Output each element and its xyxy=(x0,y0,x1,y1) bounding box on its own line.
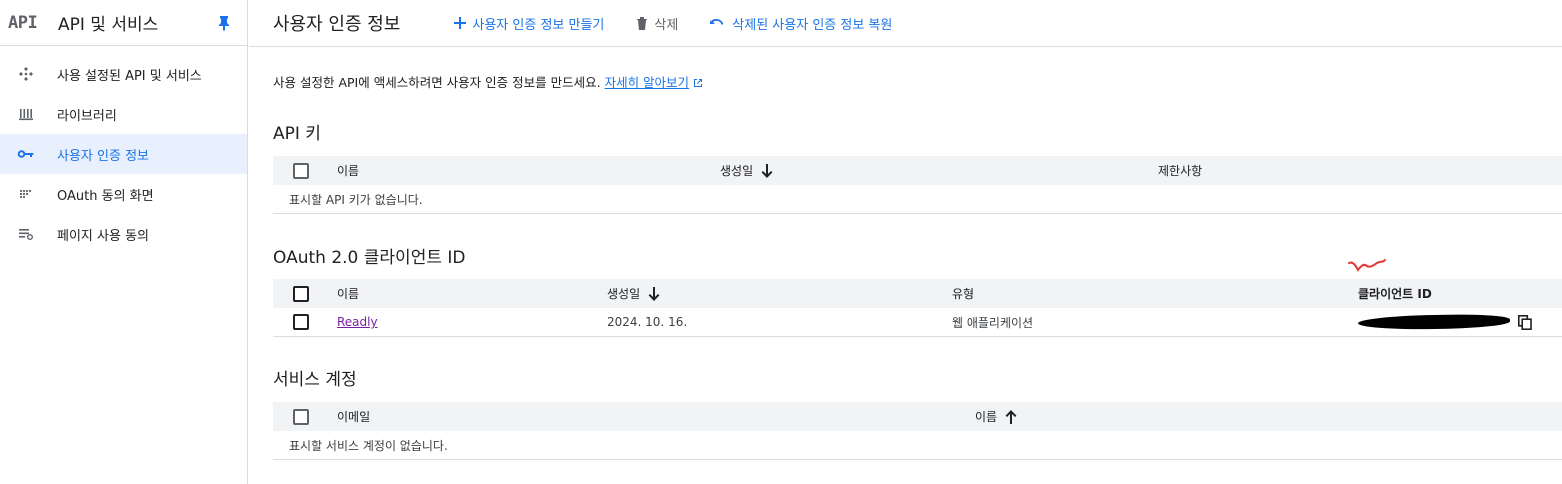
sidebar-item-page-usage-agreement[interactable]: 페이지 사용 동의 xyxy=(0,214,247,254)
sidebar-item-label: 사용 설정된 API 및 서비스 xyxy=(57,68,202,84)
sidebar-item-library[interactable]: 라이브러리 xyxy=(0,94,247,134)
delete-button[interactable]: 삭제 xyxy=(636,14,678,33)
sidebar-item-oauth-consent[interactable]: OAuth 동의 화면 xyxy=(0,174,247,214)
empty-message: 표시할 서비스 계정이 없습니다. xyxy=(273,431,1562,460)
sidebar-item-label: 페이지 사용 동의 xyxy=(57,228,149,244)
sidebar-header: API API 및 서비스 xyxy=(0,0,247,46)
column-name: 이름 xyxy=(337,287,360,301)
undo-icon xyxy=(710,19,724,25)
redacted-client-id xyxy=(1357,313,1511,331)
copy-icon[interactable] xyxy=(1518,314,1532,330)
select-all-checkbox[interactable] xyxy=(293,162,309,179)
table-header: 이름 생성일 유형 클라이언트 ID xyxy=(273,259,1562,308)
consent-dots-icon xyxy=(17,185,35,203)
sidebar-item-label: 라이브러리 xyxy=(57,108,117,124)
table-row[interactable]: Readly 2024. 10. 16. 웹 애플리케이션 xyxy=(273,308,1562,337)
column-name-label: 이름 xyxy=(975,410,998,424)
trash-icon xyxy=(637,17,648,30)
client-id-cell xyxy=(1357,313,1532,331)
sidebar-item-credentials[interactable]: 사용자 인증 정보 xyxy=(0,134,247,174)
key-icon xyxy=(17,145,35,163)
select-all-checkbox[interactable] xyxy=(293,408,309,425)
row-checkbox[interactable] xyxy=(293,314,309,330)
sidebar-item-enabled-apis[interactable]: 사용 설정된 API 및 서비스 xyxy=(0,54,247,94)
library-icon xyxy=(17,105,35,123)
top-action-bar: 사용자 인증 정보 사용자 인증 정보 만들기 삭제 삭제된 사용자 인증 정보… xyxy=(249,0,1562,47)
add-icon xyxy=(454,17,467,29)
create-credentials-button[interactable]: 사용자 인증 정보 만들기 xyxy=(454,14,604,33)
intro-message: 사용 설정한 API에 액세스하려면 사용자 인증 정보를 만드세요. xyxy=(273,75,601,90)
intro-text: 사용 설정한 API에 액세스하려면 사용자 인증 정보를 만드세요. 자세히 … xyxy=(273,72,703,91)
column-created-label: 생성일 xyxy=(720,164,754,178)
column-created-label: 생성일 xyxy=(607,287,641,301)
service-accounts-table: 이메일 이름 표시할 서비스 계정이 없습니다. xyxy=(273,402,1562,460)
client-name-link[interactable]: Readly xyxy=(337,315,378,329)
oauth-title: OAuth 2.0 클라이언트 ID xyxy=(273,248,466,268)
learn-more-label: 자세히 알아보기 xyxy=(604,75,690,90)
column-created[interactable]: 생성일 xyxy=(720,162,773,179)
api-keys-title: API 키 xyxy=(273,124,321,144)
learn-more-link[interactable]: 자세히 알아보기 xyxy=(605,75,689,90)
sidebar: API API 및 서비스 사용 설정된 API 및 서비스 라이브러리 사용자… xyxy=(0,0,248,484)
table-header: 이메일 이름 xyxy=(273,402,1562,431)
empty-message: 표시할 API 키가 없습니다. xyxy=(273,185,1562,214)
service-accounts-title: 서비스 계정 xyxy=(273,370,357,390)
red-annotation-mark xyxy=(1348,259,1386,272)
column-created[interactable]: 생성일 xyxy=(607,285,660,302)
arrow-up-icon xyxy=(1005,409,1017,424)
created-date: 2024. 10. 16. xyxy=(607,315,688,329)
delete-label: 삭제 xyxy=(654,17,679,33)
column-email: 이메일 xyxy=(337,410,371,424)
open-in-new-icon xyxy=(694,79,703,87)
column-name: 이름 xyxy=(337,164,360,178)
select-all-checkbox[interactable] xyxy=(293,285,309,302)
arrow-down-icon xyxy=(761,163,773,178)
pin-icon[interactable] xyxy=(213,15,235,31)
column-name[interactable]: 이름 xyxy=(975,408,1017,425)
sidebar-title: API 및 서비스 xyxy=(58,15,159,35)
page-title: 사용자 인증 정보 xyxy=(273,14,401,35)
settings-list-icon xyxy=(17,225,35,243)
api-dots-icon xyxy=(17,65,35,83)
api-keys-table: 이름 생성일 제한사항 표시할 API 키가 없습니다. xyxy=(273,156,1562,214)
column-type: 유형 xyxy=(952,287,975,301)
create-credentials-label: 사용자 인증 정보 만들기 xyxy=(472,17,605,33)
api-logo: API xyxy=(8,12,38,33)
oauth-table: 이름 생성일 유형 클라이언트 ID Readly 2024. 10. 16. … xyxy=(273,259,1562,337)
client-type: 웹 애플리케이션 xyxy=(952,315,1034,330)
sidebar-nav: 사용 설정된 API 및 서비스 라이브러리 사용자 인증 정보 OAuth 동… xyxy=(0,46,247,254)
arrow-down-icon xyxy=(648,286,660,301)
column-client-id: 클라이언트 ID xyxy=(1358,287,1432,301)
column-restrictions: 제한사항 xyxy=(1158,164,1203,178)
restore-deleted-button[interactable]: 삭제된 사용자 인증 정보 복원 xyxy=(710,14,892,33)
table-header: 이름 생성일 제한사항 xyxy=(273,156,1562,185)
restore-deleted-label: 삭제된 사용자 인증 정보 복원 xyxy=(732,17,893,33)
sidebar-item-label: OAuth 동의 화면 xyxy=(57,188,154,204)
sidebar-item-label: 사용자 인증 정보 xyxy=(57,148,149,164)
